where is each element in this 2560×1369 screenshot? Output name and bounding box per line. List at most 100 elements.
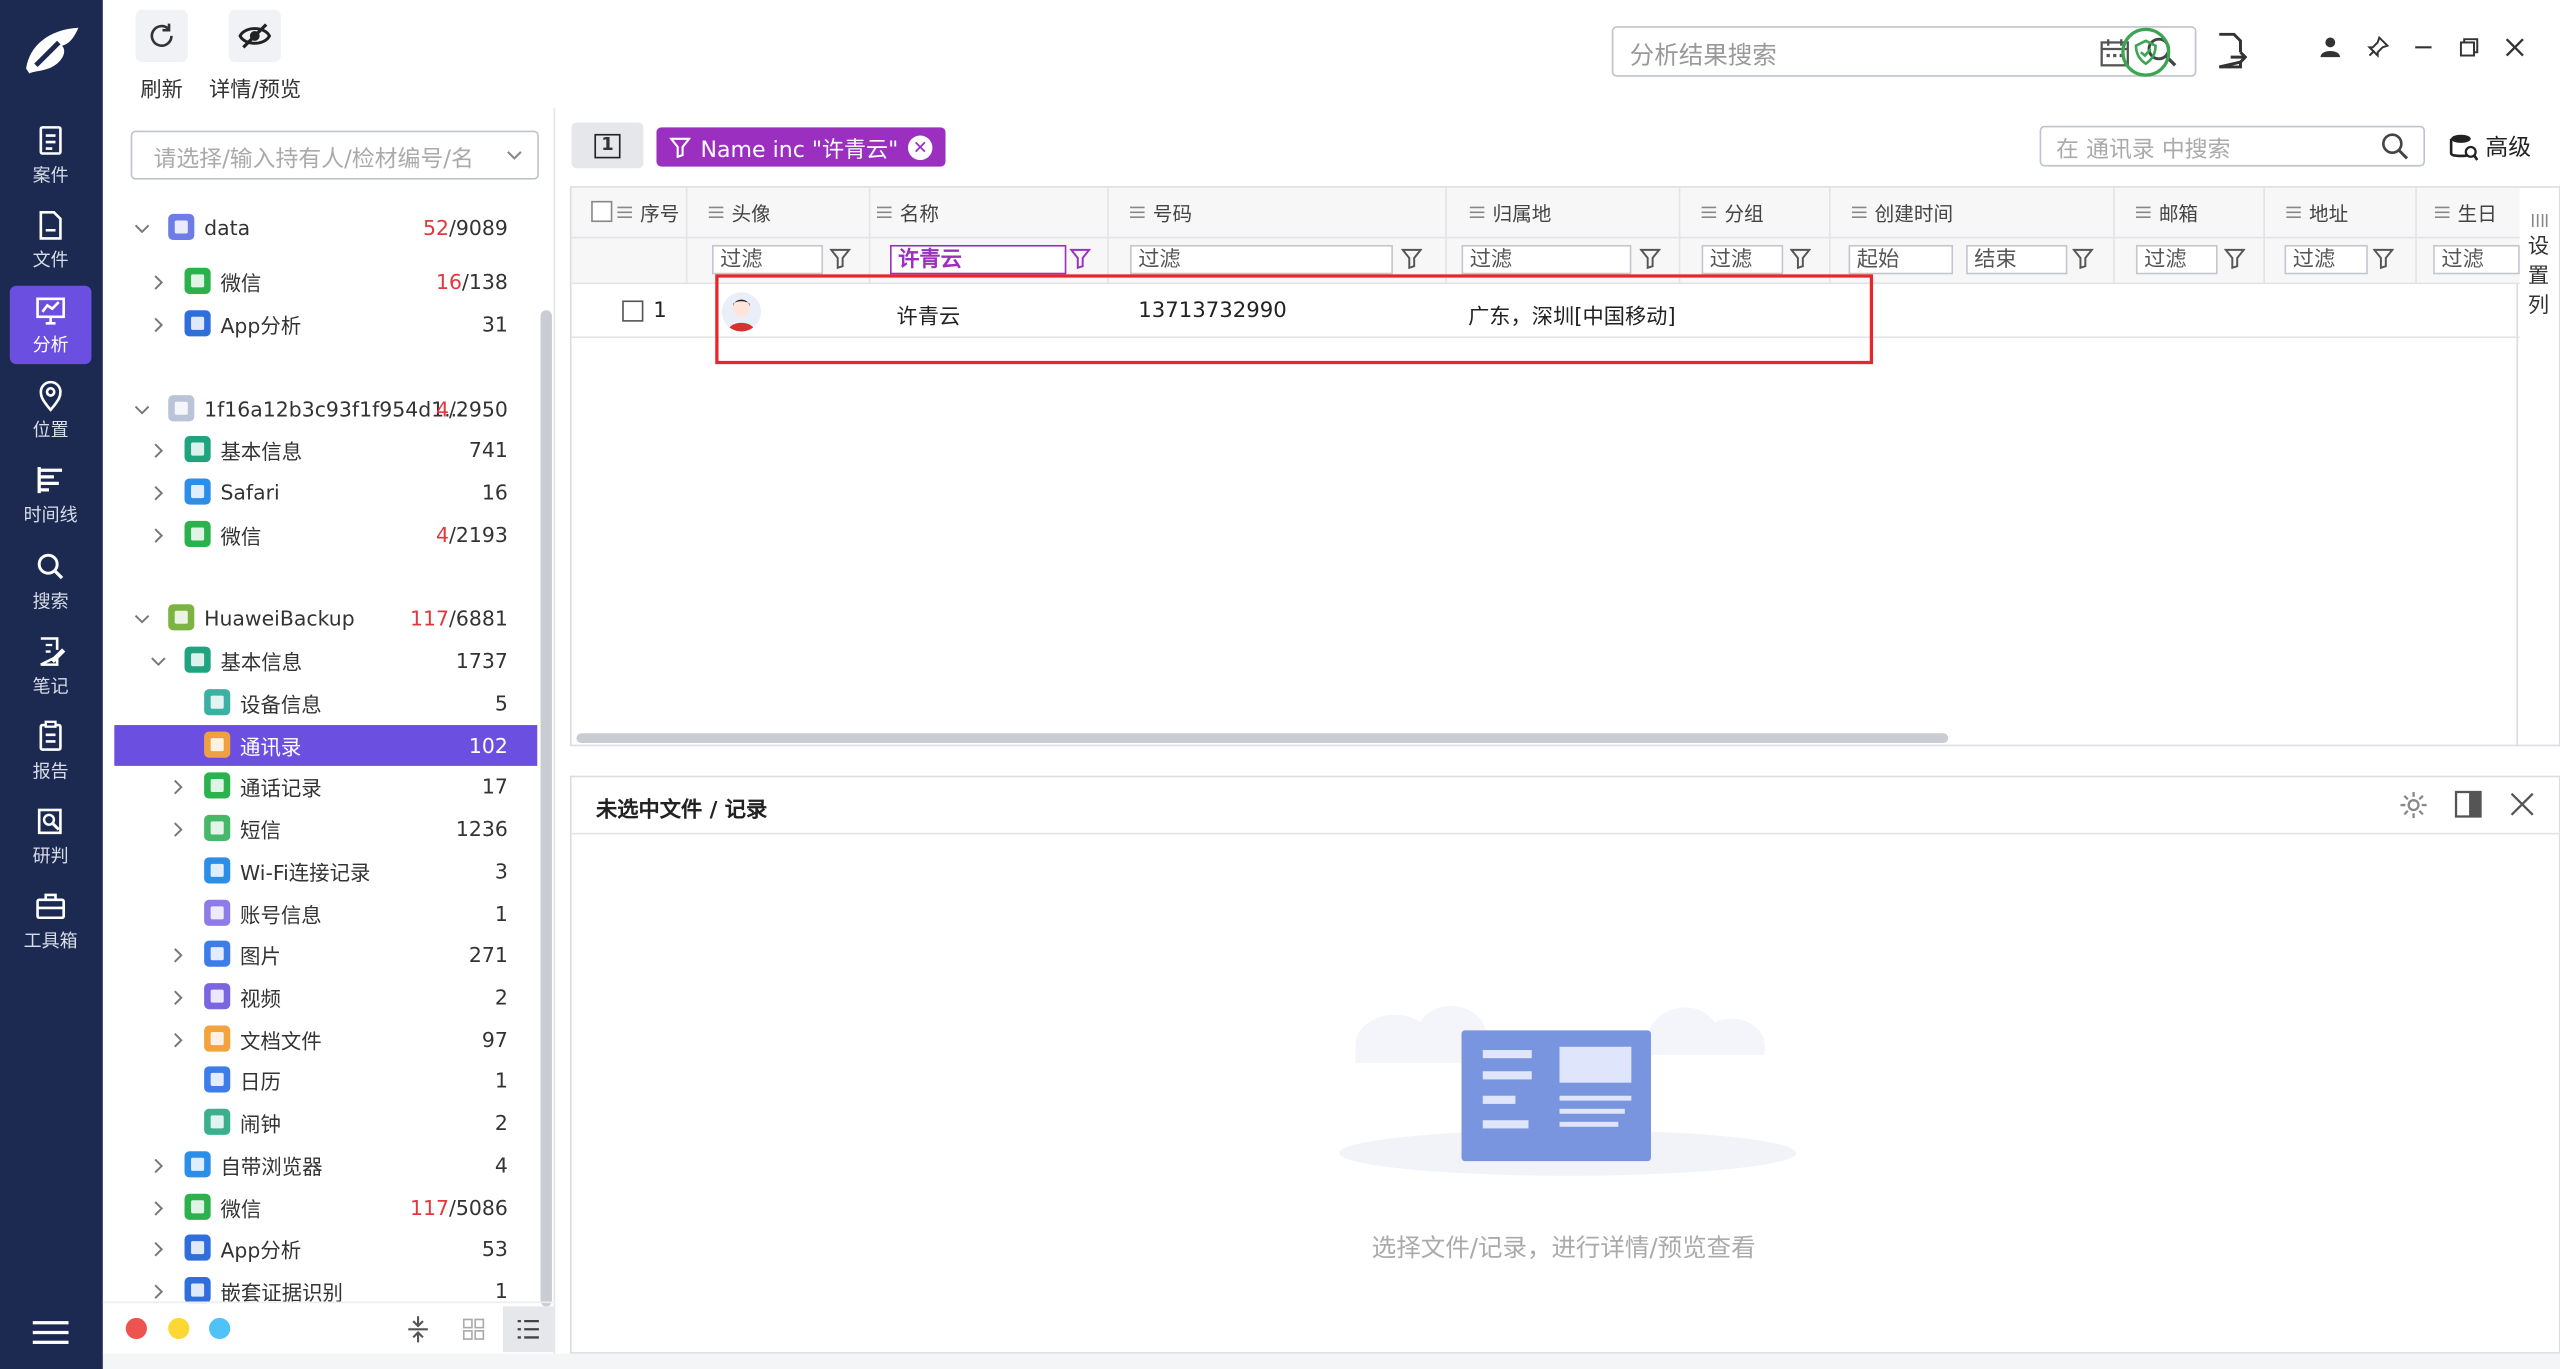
tree-item[interactable]: 微信 117/5086 — [114, 1187, 537, 1228]
tree-item[interactable]: 视频 2 — [114, 977, 537, 1018]
filter-icon[interactable] — [2072, 248, 2094, 270]
close-panel-icon[interactable] — [2510, 792, 2534, 816]
page-button[interactable]: 1 — [571, 122, 644, 169]
details-preview-button[interactable]: 详情/预览 — [209, 9, 301, 103]
settings-gear-icon[interactable] — [2399, 790, 2428, 819]
col-address-header[interactable]: 地址 — [2286, 188, 2348, 237]
nav-item-report[interactable]: 报告 — [10, 713, 92, 791]
tree-item[interactable]: Safari 16 — [114, 472, 537, 513]
contacts-search-input[interactable]: 在 通讯录 中搜索 — [2039, 125, 2426, 167]
filter-input-birthday[interactable]: 过滤 — [2433, 244, 2520, 275]
nav-item-timeline[interactable]: 时间线 — [10, 457, 92, 535]
col-avatar-header[interactable]: 头像 — [708, 188, 771, 237]
chevron-right-icon[interactable] — [150, 1157, 166, 1173]
tree-item[interactable]: 账号信息 1 — [114, 893, 537, 934]
filter-input-created-start[interactable]: 起始 — [1848, 244, 1954, 275]
nav-item-toolbox[interactable]: 工具箱 — [10, 883, 92, 961]
close-icon[interactable] — [2503, 36, 2526, 59]
tree-item[interactable]: 1f16a12b3c93f1f954d1... 4/2950 — [114, 389, 537, 430]
restore-icon[interactable] — [2458, 36, 2481, 59]
filter-input-number[interactable]: 过滤 — [1130, 244, 1393, 275]
menu-icon[interactable] — [32, 1319, 69, 1345]
tree-item[interactable]: App分析 53 — [114, 1228, 537, 1269]
tree-item[interactable]: Wi-Fi连接记录 3 — [114, 851, 537, 892]
chevron-right-icon[interactable] — [170, 989, 186, 1005]
row-checkbox[interactable] — [622, 300, 644, 322]
tree-item[interactable]: 闹钟 2 — [114, 1102, 537, 1143]
remove-filter-icon[interactable]: ✕ — [908, 134, 933, 160]
chevron-down-icon[interactable] — [150, 652, 166, 668]
chevron-right-icon[interactable] — [170, 1031, 186, 1047]
panel-layout-icon[interactable] — [2454, 790, 2482, 818]
filter-input-name[interactable]: 许青云 — [889, 244, 1067, 275]
nav-item-judge[interactable]: 研判 — [10, 798, 92, 876]
refresh-button[interactable]: 刷新 — [135, 9, 188, 103]
chevron-right-icon[interactable] — [170, 946, 186, 962]
security-shield-button[interactable] — [2121, 27, 2171, 77]
select-all-checkbox[interactable] — [591, 200, 613, 223]
chevron-right-icon[interactable] — [170, 821, 186, 837]
tree-item[interactable]: 通讯录 102 — [114, 725, 538, 766]
table-horizontal-scrollbar[interactable] — [576, 733, 1949, 744]
tree-item[interactable]: data 52/9089 — [114, 207, 537, 248]
col-location-header[interactable]: 归属地 — [1469, 188, 1551, 237]
tree-item[interactable]: 基本信息 1737 — [114, 640, 537, 681]
chevron-right-icon[interactable] — [150, 1283, 166, 1299]
active-filter-chip[interactable]: Name inc "许青云" ✕ — [656, 127, 946, 167]
tree-item[interactable]: 文档文件 97 — [114, 1019, 537, 1060]
holder-search-select[interactable]: 请选择/输入持有人/检材编号/名 — [130, 130, 539, 180]
chevron-right-icon[interactable] — [150, 442, 166, 458]
tree-item[interactable]: 设备信息 5 — [114, 683, 537, 724]
tree-item[interactable]: 自带浏览器 4 — [114, 1145, 537, 1186]
chevron-down-icon[interactable] — [134, 610, 150, 626]
advanced-search-button[interactable]: 高级 — [2449, 131, 2531, 164]
filter-input-address[interactable]: 过滤 — [2284, 244, 2368, 275]
tree-item[interactable]: 通话记录 17 — [114, 766, 537, 807]
yellow-dot-icon[interactable] — [168, 1317, 190, 1340]
filter-icon[interactable] — [1639, 248, 1661, 270]
filter-icon[interactable] — [1789, 248, 1811, 270]
tree-item[interactable]: 微信 16/138 — [114, 261, 537, 302]
filter-input-group[interactable]: 过滤 — [1701, 244, 1784, 275]
chevron-down-icon[interactable] — [134, 401, 150, 417]
nav-item-case[interactable]: 案件 — [10, 116, 92, 194]
nav-item-note[interactable]: 笔记 — [10, 627, 92, 705]
chevron-right-icon[interactable] — [150, 274, 166, 290]
tree-item[interactable]: App分析 31 — [114, 304, 537, 345]
chevron-right-icon[interactable] — [150, 1199, 166, 1215]
col-name-header[interactable]: 名称 — [876, 188, 939, 237]
pin-icon[interactable] — [2366, 35, 2390, 59]
set-columns-button[interactable]: 设置列 — [2518, 186, 2560, 747]
filter-input-avatar[interactable]: 过滤 — [711, 244, 824, 275]
export-file-icon[interactable] — [2214, 32, 2248, 69]
chevron-right-icon[interactable] — [150, 1240, 166, 1256]
tree-item[interactable]: 基本信息 741 — [114, 429, 537, 470]
tree-item[interactable]: 短信 1236 — [114, 808, 537, 849]
tree-scrollbar[interactable] — [540, 310, 552, 1307]
chevron-right-icon[interactable] — [150, 316, 166, 332]
list-view-button[interactable] — [502, 1306, 554, 1353]
red-dot-icon[interactable] — [125, 1317, 147, 1340]
col-email-header[interactable]: 邮箱 — [2135, 188, 2198, 237]
col-index-header[interactable]: 序号 — [617, 188, 679, 237]
filter-icon[interactable] — [1069, 248, 1091, 270]
filter-icon[interactable] — [2224, 248, 2246, 270]
col-created-header[interactable]: 创建时间 — [1851, 188, 1953, 237]
chevron-right-icon[interactable] — [150, 527, 166, 543]
user-icon[interactable] — [2319, 36, 2342, 59]
filter-input-location[interactable]: 过滤 — [1461, 244, 1632, 275]
chevron-right-icon[interactable] — [170, 778, 186, 794]
chevron-right-icon[interactable] — [150, 484, 166, 500]
search-icon[interactable] — [2381, 132, 2410, 161]
filter-input-created-end[interactable]: 结束 — [1966, 244, 2068, 275]
tree-item[interactable]: 微信 4/2193 — [114, 514, 537, 555]
nav-item-analysis[interactable]: 分析 — [9, 286, 92, 365]
collapse-all-icon[interactable] — [407, 1315, 430, 1344]
filter-icon[interactable] — [1401, 248, 1423, 270]
col-number-header[interactable]: 号码 — [1130, 188, 1192, 237]
tree-item[interactable]: 日历 1 — [114, 1060, 537, 1101]
nav-item-search[interactable]: 搜索 — [10, 542, 92, 620]
minimize-icon[interactable] — [2412, 36, 2435, 59]
col-group-header[interactable]: 分组 — [1701, 188, 1764, 237]
nav-item-file[interactable]: 文件 — [10, 201, 92, 279]
